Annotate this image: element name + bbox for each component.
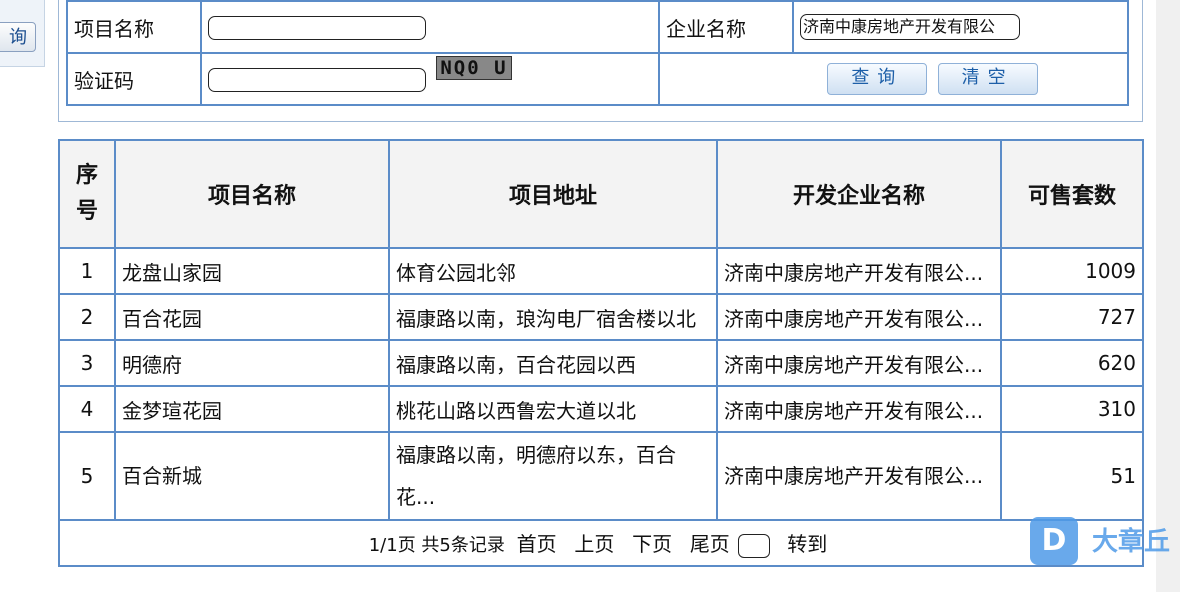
row-developer: 济南中康房地产开发有限公... <box>716 247 1002 295</box>
pager-next-link[interactable]: 下页 <box>632 532 672 556</box>
watermark: D 大章丘 <box>1030 517 1170 567</box>
company-name-label: 企业名称 <box>658 0 794 54</box>
pager-goto-button[interactable]: 转到 <box>787 532 827 556</box>
query-button[interactable]: 查询 <box>827 63 928 95</box>
clear-button[interactable]: 清空 <box>937 63 1038 95</box>
row-address: 福康路以南，琅沟电厂宿舍楼以北 <box>388 293 718 341</box>
row-name-link[interactable]: 龙盘山家园 <box>114 247 390 295</box>
captcha-cell: NQ0 U <box>200 52 660 106</box>
table-row: 3 明德府 福康路以南，百合花园以西 济南中康房地产开发有限公... 620 <box>58 339 1144 387</box>
row-available: 51 <box>1000 431 1144 521</box>
pager-page-input[interactable] <box>737 534 770 558</box>
header-available: 可售套数 <box>1000 139 1144 249</box>
row-name-link[interactable]: 明德府 <box>114 339 390 387</box>
pager-row: 1/1页 共5条记录 首页 上页 下页 尾页 转到 <box>58 519 1144 567</box>
row-developer: 济南中康房地产开发有限公... <box>716 431 1002 521</box>
table-row: 2 百合花园 福康路以南，琅沟电厂宿舍楼以北 济南中康房地产开发有限公... 7… <box>58 293 1144 341</box>
project-name-input[interactable] <box>208 15 426 40</box>
project-name-label: 项目名称 <box>66 0 202 54</box>
watermark-logo-icon: D <box>1030 517 1078 565</box>
row-address: 体育公园北邻 <box>388 247 718 295</box>
row-available: 310 <box>1000 385 1144 433</box>
right-scroll-strip <box>1156 0 1180 592</box>
row-seq: 2 <box>58 293 116 341</box>
captcha-input[interactable] <box>208 67 426 92</box>
row-address: 桃花山路以西鲁宏大道以北 <box>388 385 718 433</box>
company-name-cell: 济南中康房地产开发有限公 <box>792 0 1129 54</box>
row-available: 727 <box>1000 293 1144 341</box>
table-header-row: 序号 项目名称 项目地址 开发企业名称 可售套数 <box>58 139 1144 249</box>
row-developer: 济南中康房地产开发有限公... <box>716 293 1002 341</box>
header-address: 项目地址 <box>388 139 718 249</box>
table-row: 1 龙盘山家园 体育公园北邻 济南中康房地产开发有限公... 1009 <box>58 247 1144 295</box>
row-seq: 4 <box>58 385 116 433</box>
row-address: 福康路以南，百合花园以西 <box>388 339 718 387</box>
row-available: 620 <box>1000 339 1144 387</box>
project-name-cell <box>200 0 660 54</box>
captcha-label: 验证码 <box>66 52 202 106</box>
row-name-link[interactable]: 金梦瑄花园 <box>114 385 390 433</box>
row-name-link[interactable]: 百合花园 <box>114 293 390 341</box>
results-table: 序号 项目名称 项目地址 开发企业名称 可售套数 1 龙盘山家园 体育公园北邻 … <box>58 139 1144 567</box>
pager: 1/1页 共5条记录 首页 上页 下页 尾页 转到 <box>58 519 1144 567</box>
pager-summary: 1/1页 共5条记录 <box>368 535 505 556</box>
row-available: 1009 <box>1000 247 1144 295</box>
row-seq: 1 <box>58 247 116 295</box>
row-name-link[interactable]: 百合新城 <box>114 431 390 521</box>
header-name: 项目名称 <box>114 139 390 249</box>
table-row: 5 百合新城 福康路以南，明德府以东，百合花... 济南中康房地产开发有限公..… <box>58 431 1144 521</box>
watermark-text: 大章丘 <box>1092 527 1171 557</box>
pager-prev-link[interactable]: 上页 <box>574 532 614 556</box>
row-address: 福康路以南，明德府以东，百合花... <box>388 431 718 521</box>
header-developer: 开发企业名称 <box>716 139 1002 249</box>
row-seq: 5 <box>58 431 116 521</box>
company-name-input[interactable]: 济南中康房地产开发有限公 <box>800 14 1020 41</box>
captcha-image[interactable]: NQ0 U <box>436 56 512 81</box>
left-query-button[interactable]: 询 <box>0 22 36 52</box>
pager-last-link[interactable]: 尾页 <box>690 532 730 556</box>
header-seq-label: 序号 <box>75 163 98 224</box>
pager-first-link[interactable]: 首页 <box>517 532 557 556</box>
search-form: 项目名称 企业名称 济南中康房地产开发有限公 验证码 NQ0 U 查询 清空 <box>66 0 1129 106</box>
search-buttons-cell: 查询 清空 <box>658 52 1129 106</box>
row-developer: 济南中康房地产开发有限公... <box>716 339 1002 387</box>
header-seq: 序号 <box>58 139 116 249</box>
left-panel-fragment: 询 <box>0 0 45 67</box>
table-row: 4 金梦瑄花园 桃花山路以西鲁宏大道以北 济南中康房地产开发有限公... 310 <box>58 385 1144 433</box>
row-seq: 3 <box>58 339 116 387</box>
row-developer: 济南中康房地产开发有限公... <box>716 385 1002 433</box>
